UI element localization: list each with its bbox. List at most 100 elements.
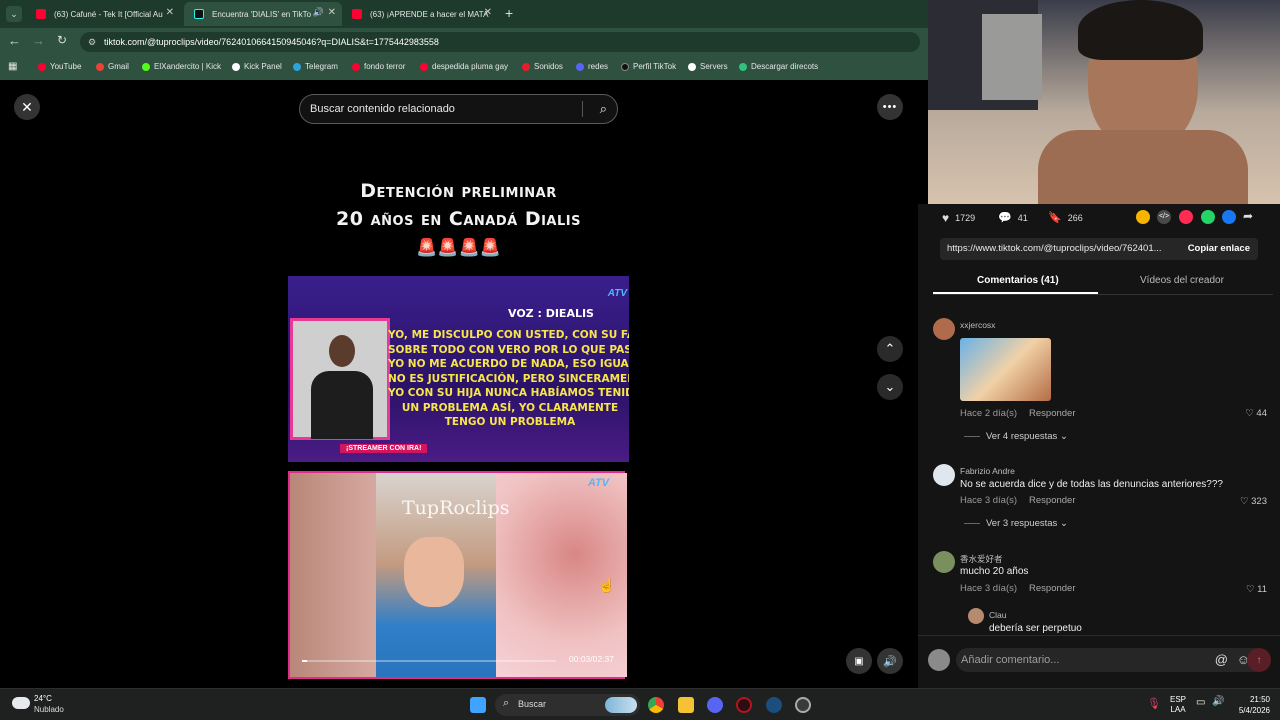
youtube-icon: [352, 9, 362, 19]
bookmark-despedida[interactable]: despedida pluma gay: [420, 62, 508, 71]
comment-username[interactable]: 香水爱好者: [960, 553, 1003, 565]
discord-icon[interactable]: [707, 697, 723, 713]
active-tab-indicator: [933, 292, 1098, 294]
obs-icon[interactable]: [736, 697, 752, 713]
view-replies-button[interactable]: Ver 4 respuestas ⌄: [964, 431, 1068, 442]
browser-tab-3[interactable]: (63) ¡APRENDE a hacer el MATA ✕: [342, 2, 498, 26]
reply-button[interactable]: Responder: [1029, 583, 1075, 594]
back-icon[interactable]: ←: [8, 33, 21, 48]
facebook-icon[interactable]: [1222, 210, 1236, 224]
taskbar-search[interactable]: ⌕ Buscar: [495, 694, 640, 716]
file-explorer-icon[interactable]: [678, 697, 694, 713]
reply-button[interactable]: Responder: [1029, 495, 1075, 506]
view-replies-button[interactable]: Ver 3 respuestas ⌄: [964, 518, 1068, 529]
bookmark-telegram[interactable]: Telegram: [293, 62, 338, 71]
comment-likes[interactable]: ♡ 11: [1246, 584, 1267, 595]
close-tab-icon[interactable]: ✕: [166, 7, 174, 18]
windows-start-icon[interactable]: [470, 697, 486, 713]
send-comment-button[interactable]: ↑: [1247, 648, 1271, 672]
video-progress-bar[interactable]: [302, 660, 556, 662]
comment-username[interactable]: xxjercosx: [960, 320, 995, 330]
avatar[interactable]: [933, 551, 955, 573]
reload-icon[interactable]: ↻: [57, 33, 67, 47]
tab-list-chevron-icon[interactable]: ⌄: [6, 6, 22, 22]
reply-username[interactable]: Clau: [989, 610, 1006, 620]
comment-likes[interactable]: ♡ 323: [1240, 496, 1267, 507]
bookmark-gmail[interactable]: Gmail: [96, 62, 129, 71]
bookmark-descargar[interactable]: Descargar direcots: [739, 62, 818, 71]
video-title-line-1: Detención preliminar: [360, 180, 557, 202]
video-viewer: ✕ ••• Buscar contenido relacionado ⌕ Det…: [0, 80, 918, 688]
video-player[interactable]: Buscar contenido relacionado ⌕ Detención…: [288, 80, 629, 686]
servers-icon: [688, 62, 696, 71]
speaker-icon[interactable]: 🔊: [313, 7, 324, 18]
share-arrow-icon[interactable]: ➦: [1243, 209, 1253, 223]
bookmark-servers[interactable]: Servers: [688, 62, 728, 71]
atv-logo: ATV: [607, 288, 627, 299]
copy-link-button[interactable]: Copiar enlace: [1181, 238, 1250, 260]
mention-icon[interactable]: @: [1215, 648, 1228, 672]
forward-icon[interactable]: →: [32, 33, 45, 48]
browser-tab-2[interactable]: Encuentra 'DIALIS' en TikTo 🔊 ✕: [184, 2, 342, 26]
comment-likes[interactable]: ♡ 44: [1245, 408, 1267, 419]
volume-button[interactable]: 🔊: [877, 648, 903, 674]
bookmark-fondo-terror[interactable]: fondo terror: [352, 62, 405, 71]
my-avatar[interactable]: [928, 649, 950, 671]
share-link-box[interactable]: https://www.tiktok.com/@tuproclips/video…: [940, 238, 1258, 260]
bookmark-perfil-tiktok[interactable]: Perfil TikTok: [621, 62, 676, 71]
bookmark-kick-panel[interactable]: Kick Panel: [232, 62, 282, 71]
kick-panel-icon: [232, 62, 240, 71]
search-icon[interactable]: ⌕: [600, 95, 607, 123]
avatar[interactable]: [933, 464, 955, 486]
share-friends-icon[interactable]: [1136, 210, 1150, 224]
apps-grid-icon[interactable]: ▦: [8, 61, 17, 72]
saves-stat[interactable]: 🔖 266: [1048, 211, 1083, 224]
language-indicator[interactable]: ESP LAA: [1170, 695, 1186, 715]
url-field[interactable]: ⚙ tiktok.com/@tuproclips/video/762401066…: [80, 32, 920, 52]
bookmark-redes[interactable]: redes: [576, 62, 608, 71]
close-tab-icon[interactable]: ✕: [484, 7, 492, 18]
weather-desc[interactable]: Nublado: [34, 705, 64, 714]
site-info-icon[interactable]: ⚙: [88, 32, 96, 52]
related-search-input[interactable]: Buscar contenido relacionado ⌕: [299, 94, 618, 124]
reply-button[interactable]: Responder: [1029, 408, 1075, 419]
microphone-icon[interactable]: 🎙: [1147, 697, 1161, 710]
clip-left-panel: [290, 473, 376, 677]
details-panel: ♥ 1729 💬 41 🔖 266 </> ➦ https://www.tiktok.…: [918, 204, 1280, 688]
more-options-button[interactable]: •••: [877, 94, 903, 120]
steam-icon[interactable]: [766, 697, 782, 713]
send-icon[interactable]: [1179, 210, 1193, 224]
avatar[interactable]: [933, 318, 955, 340]
progress-fill: [302, 660, 307, 662]
chrome-icon[interactable]: [648, 697, 664, 713]
watermark: TupRoclips: [402, 497, 510, 519]
pip-button[interactable]: ▣: [846, 648, 872, 674]
weather-temp[interactable]: 24°C: [34, 694, 52, 703]
clock[interactable]: 21:50 5/4/2026: [1232, 694, 1270, 716]
comment-username[interactable]: Fabrizio Andre: [960, 466, 1015, 476]
volume-icon[interactable]: 🔊: [1212, 696, 1224, 707]
heart-icon: ♥: [942, 211, 950, 225]
bookmark-kick-channel[interactable]: ElXandercito | Kick: [142, 62, 221, 71]
settings-app-icon[interactable]: [795, 697, 811, 713]
tab-comments[interactable]: Comentarios (41): [977, 275, 1059, 286]
comments-stat[interactable]: 💬 41: [998, 211, 1028, 224]
previous-video-button[interactable]: ⌃: [877, 336, 903, 362]
tab-creator-videos[interactable]: Vídeos del creador: [1140, 275, 1224, 286]
embed-icon[interactable]: </>: [1157, 210, 1171, 224]
person-body: [1038, 130, 1248, 204]
comment-meta: Hace 3 día(s) Responder: [960, 583, 1076, 594]
display-icon[interactable]: ▭: [1196, 697, 1205, 708]
likes-stat[interactable]: ♥ 1729: [942, 211, 975, 225]
avatar[interactable]: [968, 608, 984, 624]
new-tab-icon[interactable]: +: [505, 5, 513, 21]
next-video-button[interactable]: ⌄: [877, 374, 903, 400]
close-tab-icon[interactable]: ✕: [328, 7, 336, 18]
whatsapp-icon[interactable]: [1201, 210, 1215, 224]
close-video-button[interactable]: ✕: [14, 94, 40, 120]
weather-icon: [12, 697, 30, 709]
comment-input[interactable]: Añadir comentario... @ ☺: [956, 648, 1266, 672]
bookmark-youtube[interactable]: YouTube: [38, 62, 81, 71]
browser-tab-1[interactable]: (63) Cafuné - Tek It [Official Au ✕: [26, 2, 180, 26]
bookmark-sonidos[interactable]: Sonidos: [522, 62, 563, 71]
